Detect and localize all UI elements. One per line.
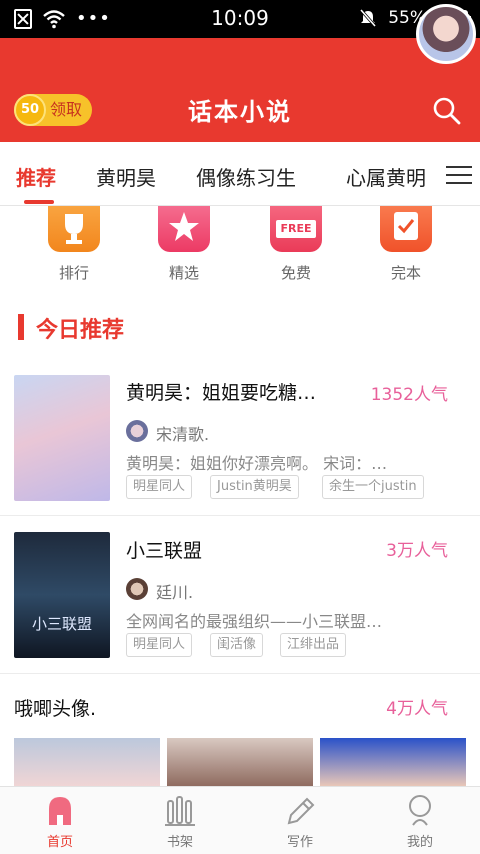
book-title: 小三联盟 <box>126 540 203 562</box>
app-header: 50 领取 话本小说 <box>0 38 480 142</box>
section-accent-bar <box>18 314 24 340</box>
book-tag[interactable]: 闺活像 <box>210 633 264 657</box>
category-featured[interactable]: 精选 <box>154 206 214 283</box>
book-popularity: 1352人气 <box>370 385 448 405</box>
category-label: 排行 <box>58 264 89 282</box>
author-avatar <box>126 420 148 442</box>
bottom-nav: 首页 书架 写作 我的 <box>0 786 480 854</box>
bookshelf-icon <box>163 793 197 827</box>
tab-recommend[interactable]: 推荐 <box>16 162 56 191</box>
image-thumbnail[interactable] <box>167 738 313 786</box>
nav-label: 写作 <box>286 835 313 850</box>
profile-icon <box>403 793 437 827</box>
star-icon <box>158 206 210 252</box>
nav-home[interactable]: 首页 <box>20 793 100 850</box>
category-free[interactable]: FREE 免费 <box>266 206 326 283</box>
section-title: 今日推荐 <box>36 318 125 343</box>
category-label: 免费 <box>280 264 311 282</box>
book-popularity: 3万人气 <box>386 541 448 561</box>
trophy-icon <box>48 206 100 252</box>
book-description: 全网闻名的最强组织——小三联盟… <box>126 612 383 631</box>
book-description: 黄明昊：姐姐你好漂亮啊。 宋词：… <box>126 454 388 473</box>
book-cover-text: 小三联盟 <box>31 615 92 633</box>
mute-icon <box>360 9 377 27</box>
category-label: 精选 <box>168 264 199 282</box>
book-title[interactable]: 哦唧头像. <box>14 694 96 721</box>
nav-write[interactable]: 写作 <box>260 793 340 850</box>
nav-bookshelf[interactable]: 书架 <box>140 793 220 850</box>
nav-label: 书架 <box>166 835 193 850</box>
book-tag[interactable]: 余生一个justin <box>322 475 424 499</box>
user-avatar[interactable] <box>416 4 476 64</box>
book-title: 黄明昊：姐姐要吃糖… <box>126 382 317 404</box>
image-thumbnail[interactable] <box>320 738 466 786</box>
book-cover: 小三联盟 <box>14 532 110 658</box>
tab-bar: 推荐 黄明昊 偶像练习生 心属黄明 <box>0 142 480 206</box>
check-icon <box>380 206 432 252</box>
book-tag[interactable]: 江绯出品 <box>280 633 347 657</box>
app-title: 话本小说 <box>188 98 292 126</box>
nav-label: 我的 <box>406 835 433 850</box>
book-cover <box>14 375 110 501</box>
pen-icon <box>283 793 317 827</box>
image-thumbnail[interactable] <box>14 738 160 786</box>
tab-idol-trainee[interactable]: 偶像练习生 <box>196 162 296 191</box>
free-icon: FREE <box>270 206 322 252</box>
nav-label: 首页 <box>46 835 73 850</box>
book-tag[interactable]: 明星同人 <box>126 475 193 499</box>
tab-active-indicator <box>24 200 54 204</box>
book-author: 廷川. <box>156 583 194 602</box>
author-avatar <box>126 578 148 600</box>
category-label: 完本 <box>390 264 421 282</box>
book-tag[interactable]: 明星同人 <box>126 633 193 657</box>
book-author: 宋清歌. <box>156 425 210 444</box>
book-popularity: 4万人气 <box>386 699 448 719</box>
home-icon <box>43 793 77 827</box>
category-completed[interactable]: 完本 <box>376 206 436 283</box>
free-badge: FREE <box>276 220 316 238</box>
nav-profile[interactable]: 我的 <box>380 793 460 850</box>
menu-icon[interactable] <box>446 164 472 186</box>
book-item[interactable]: 小三联盟 小三联盟 3万人气 廷川. 全网闻名的最强组织——小三联盟… 明星同人… <box>0 516 480 674</box>
search-icon[interactable] <box>430 94 462 126</box>
book-item[interactable]: 黄明昊：姐姐要吃糖… 1352人气 宋清歌. 黄明昊：姐姐你好漂亮啊。 宋词：…… <box>0 360 480 516</box>
status-bar: ••• 10:09 55% <box>0 0 480 38</box>
category-rank[interactable]: 排行 <box>44 206 104 283</box>
tab-xinshu[interactable]: 心属黄明 <box>346 162 426 191</box>
tab-huangminghao[interactable]: 黄明昊 <box>96 162 156 191</box>
book-tag[interactable]: Justin黄明昊 <box>210 475 299 499</box>
